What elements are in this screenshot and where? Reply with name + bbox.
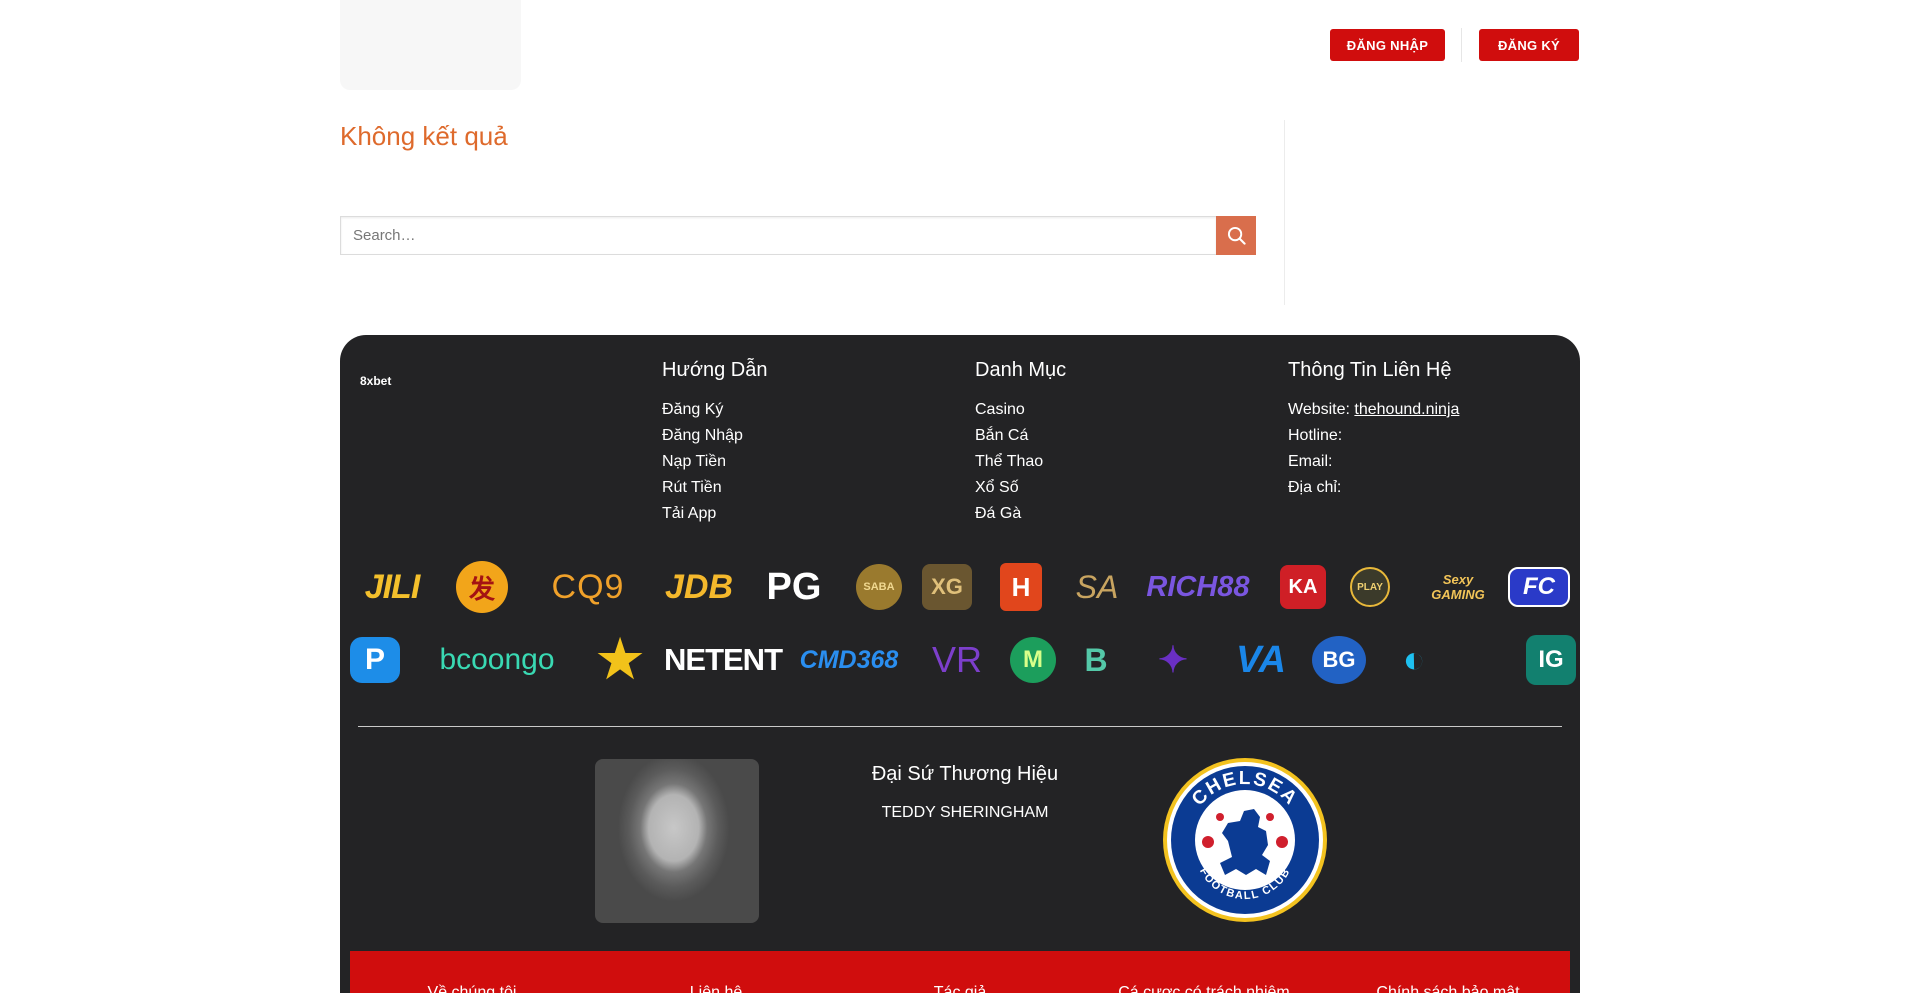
footer-link-register[interactable]: Đăng Ký xyxy=(662,401,723,418)
provider-logo-cmd368: CMD368 xyxy=(799,645,899,674)
provider-logo-wing: ✦ xyxy=(1157,639,1189,680)
website-label: Website: xyxy=(1288,401,1350,418)
provider-logo-fa: 发 xyxy=(456,561,508,613)
provider-logo-star: ★ xyxy=(596,631,644,689)
header-divider xyxy=(1461,28,1462,62)
footer-heading-contact: Thông Tin Liên Hệ xyxy=(1288,359,1452,381)
footer-link-about[interactable]: Về chúng tôi xyxy=(350,951,594,993)
provider-logo-xg: XG xyxy=(922,564,972,610)
provider-logo-play: PLAY xyxy=(1350,567,1390,607)
footer-link-casino[interactable]: Casino xyxy=(975,401,1025,418)
footer-link-lottery[interactable]: Xổ Số xyxy=(975,479,1019,496)
ambassador-title: Đại Sứ Thương Hiệu xyxy=(871,763,1059,785)
footer-column-contact: Thông Tin Liên Hệ Website: thehound.ninj… xyxy=(1288,359,1459,501)
provider-logo-jdb: JDB xyxy=(664,567,734,606)
provider-logo-sa: SA xyxy=(1075,568,1119,605)
provider-logo-pg: PG xyxy=(766,565,822,608)
provider-logos-row-1: JILI 发 CQ9 JDB PG SABA XG H SA RICH88 KA… xyxy=(350,555,1570,619)
provider-logo-rich88: RICH88 xyxy=(1146,570,1250,603)
ambassador-name: TEDDY SHERINGHAM xyxy=(881,804,1049,821)
provider-logo-swirl: ◐ xyxy=(1402,638,1426,681)
site-logo[interactable] xyxy=(340,0,521,90)
provider-logo-jili: JILI xyxy=(364,567,421,606)
footer-column-categories: Danh Mục Casino Bắn Cá Thể Thao Xổ Số Đá… xyxy=(975,359,1066,527)
footer-link-download-app[interactable]: Tải App xyxy=(662,505,716,522)
address-label: Địa chỉ: xyxy=(1288,479,1342,496)
footer-link-fishing[interactable]: Bắn Cá xyxy=(975,427,1028,444)
search-form xyxy=(340,216,1256,255)
provider-logos-row-2: P bcoongo ★ NETENT CMD368 VR M B ✦ VA BG… xyxy=(350,628,1576,692)
ambassador-photo xyxy=(595,759,759,923)
provider-logo-saba: SABA xyxy=(856,564,902,610)
provider-logo-h: H xyxy=(1000,563,1042,611)
search-icon xyxy=(1227,226,1246,245)
footer: 8xbet Hướng Dẫn Đăng Ký Đăng Nhập Nạp Ti… xyxy=(340,335,1580,993)
provider-logo-vr: VR xyxy=(931,639,982,680)
chelsea-crest-logo: CHELSEA FOOTBALL CLUB xyxy=(1163,758,1327,922)
hotline-label: Hotline: xyxy=(1288,427,1343,444)
provider-logo-bg: BG xyxy=(1312,636,1366,684)
page-title: Không kết quả xyxy=(340,121,508,151)
email-label: Email: xyxy=(1288,453,1333,470)
provider-logo-microgaming: M xyxy=(1010,637,1056,683)
website-link[interactable]: thehound.ninja xyxy=(1354,401,1459,418)
footer-column-guide: Hướng Dẫn Đăng Ký Đăng Nhập Nạp Tiền Rút… xyxy=(662,359,767,527)
provider-logo-fc: FC xyxy=(1508,567,1570,607)
provider-logo-netent: NETENT xyxy=(664,642,783,677)
footer-brand: 8xbet xyxy=(360,374,392,388)
provider-logo-cq9: CQ9 xyxy=(551,567,625,606)
provider-logo-sexy-gaming: Sexy GAMING xyxy=(1431,572,1485,602)
search-input[interactable] xyxy=(340,216,1216,255)
footer-link-privacy-policy[interactable]: Chính sách bảo mật xyxy=(1326,951,1570,993)
footer-link-withdraw[interactable]: Rút Tiền xyxy=(662,479,722,496)
provider-logo-va: VA xyxy=(1236,638,1286,681)
provider-logo-booongo: bcoongo xyxy=(439,643,555,676)
footer-link-contact[interactable]: Liên hệ xyxy=(594,951,838,993)
footer-heading-guide: Hướng Dẫn xyxy=(662,359,768,381)
footer-link-responsible-gaming[interactable]: Cá cược có trách nhiệm xyxy=(1082,951,1326,993)
provider-logo-b: B xyxy=(1084,641,1108,678)
footer-bottom-nav: Về chúng tôi Liên hệ Tác giả Cá cược có … xyxy=(350,951,1570,993)
footer-link-deposit[interactable]: Nạp Tiền xyxy=(662,453,726,470)
sidebar-divider xyxy=(1284,120,1285,305)
footer-divider xyxy=(358,726,1562,727)
provider-logo-ka: KA xyxy=(1280,565,1326,609)
footer-link-login[interactable]: Đăng Nhập xyxy=(662,427,743,444)
footer-link-author[interactable]: Tác giả xyxy=(838,951,1082,993)
search-button[interactable] xyxy=(1216,216,1256,255)
provider-logo-p: P xyxy=(350,637,400,683)
footer-link-sports[interactable]: Thể Thao xyxy=(975,453,1043,470)
register-button[interactable]: ĐĂNG KÝ xyxy=(1479,29,1579,61)
login-button[interactable]: ĐĂNG NHẬP xyxy=(1330,29,1445,61)
footer-heading-categories: Danh Mục xyxy=(975,359,1067,381)
provider-logo-ig: IG xyxy=(1526,635,1576,685)
footer-link-cockfight[interactable]: Đá Gà xyxy=(975,505,1021,522)
